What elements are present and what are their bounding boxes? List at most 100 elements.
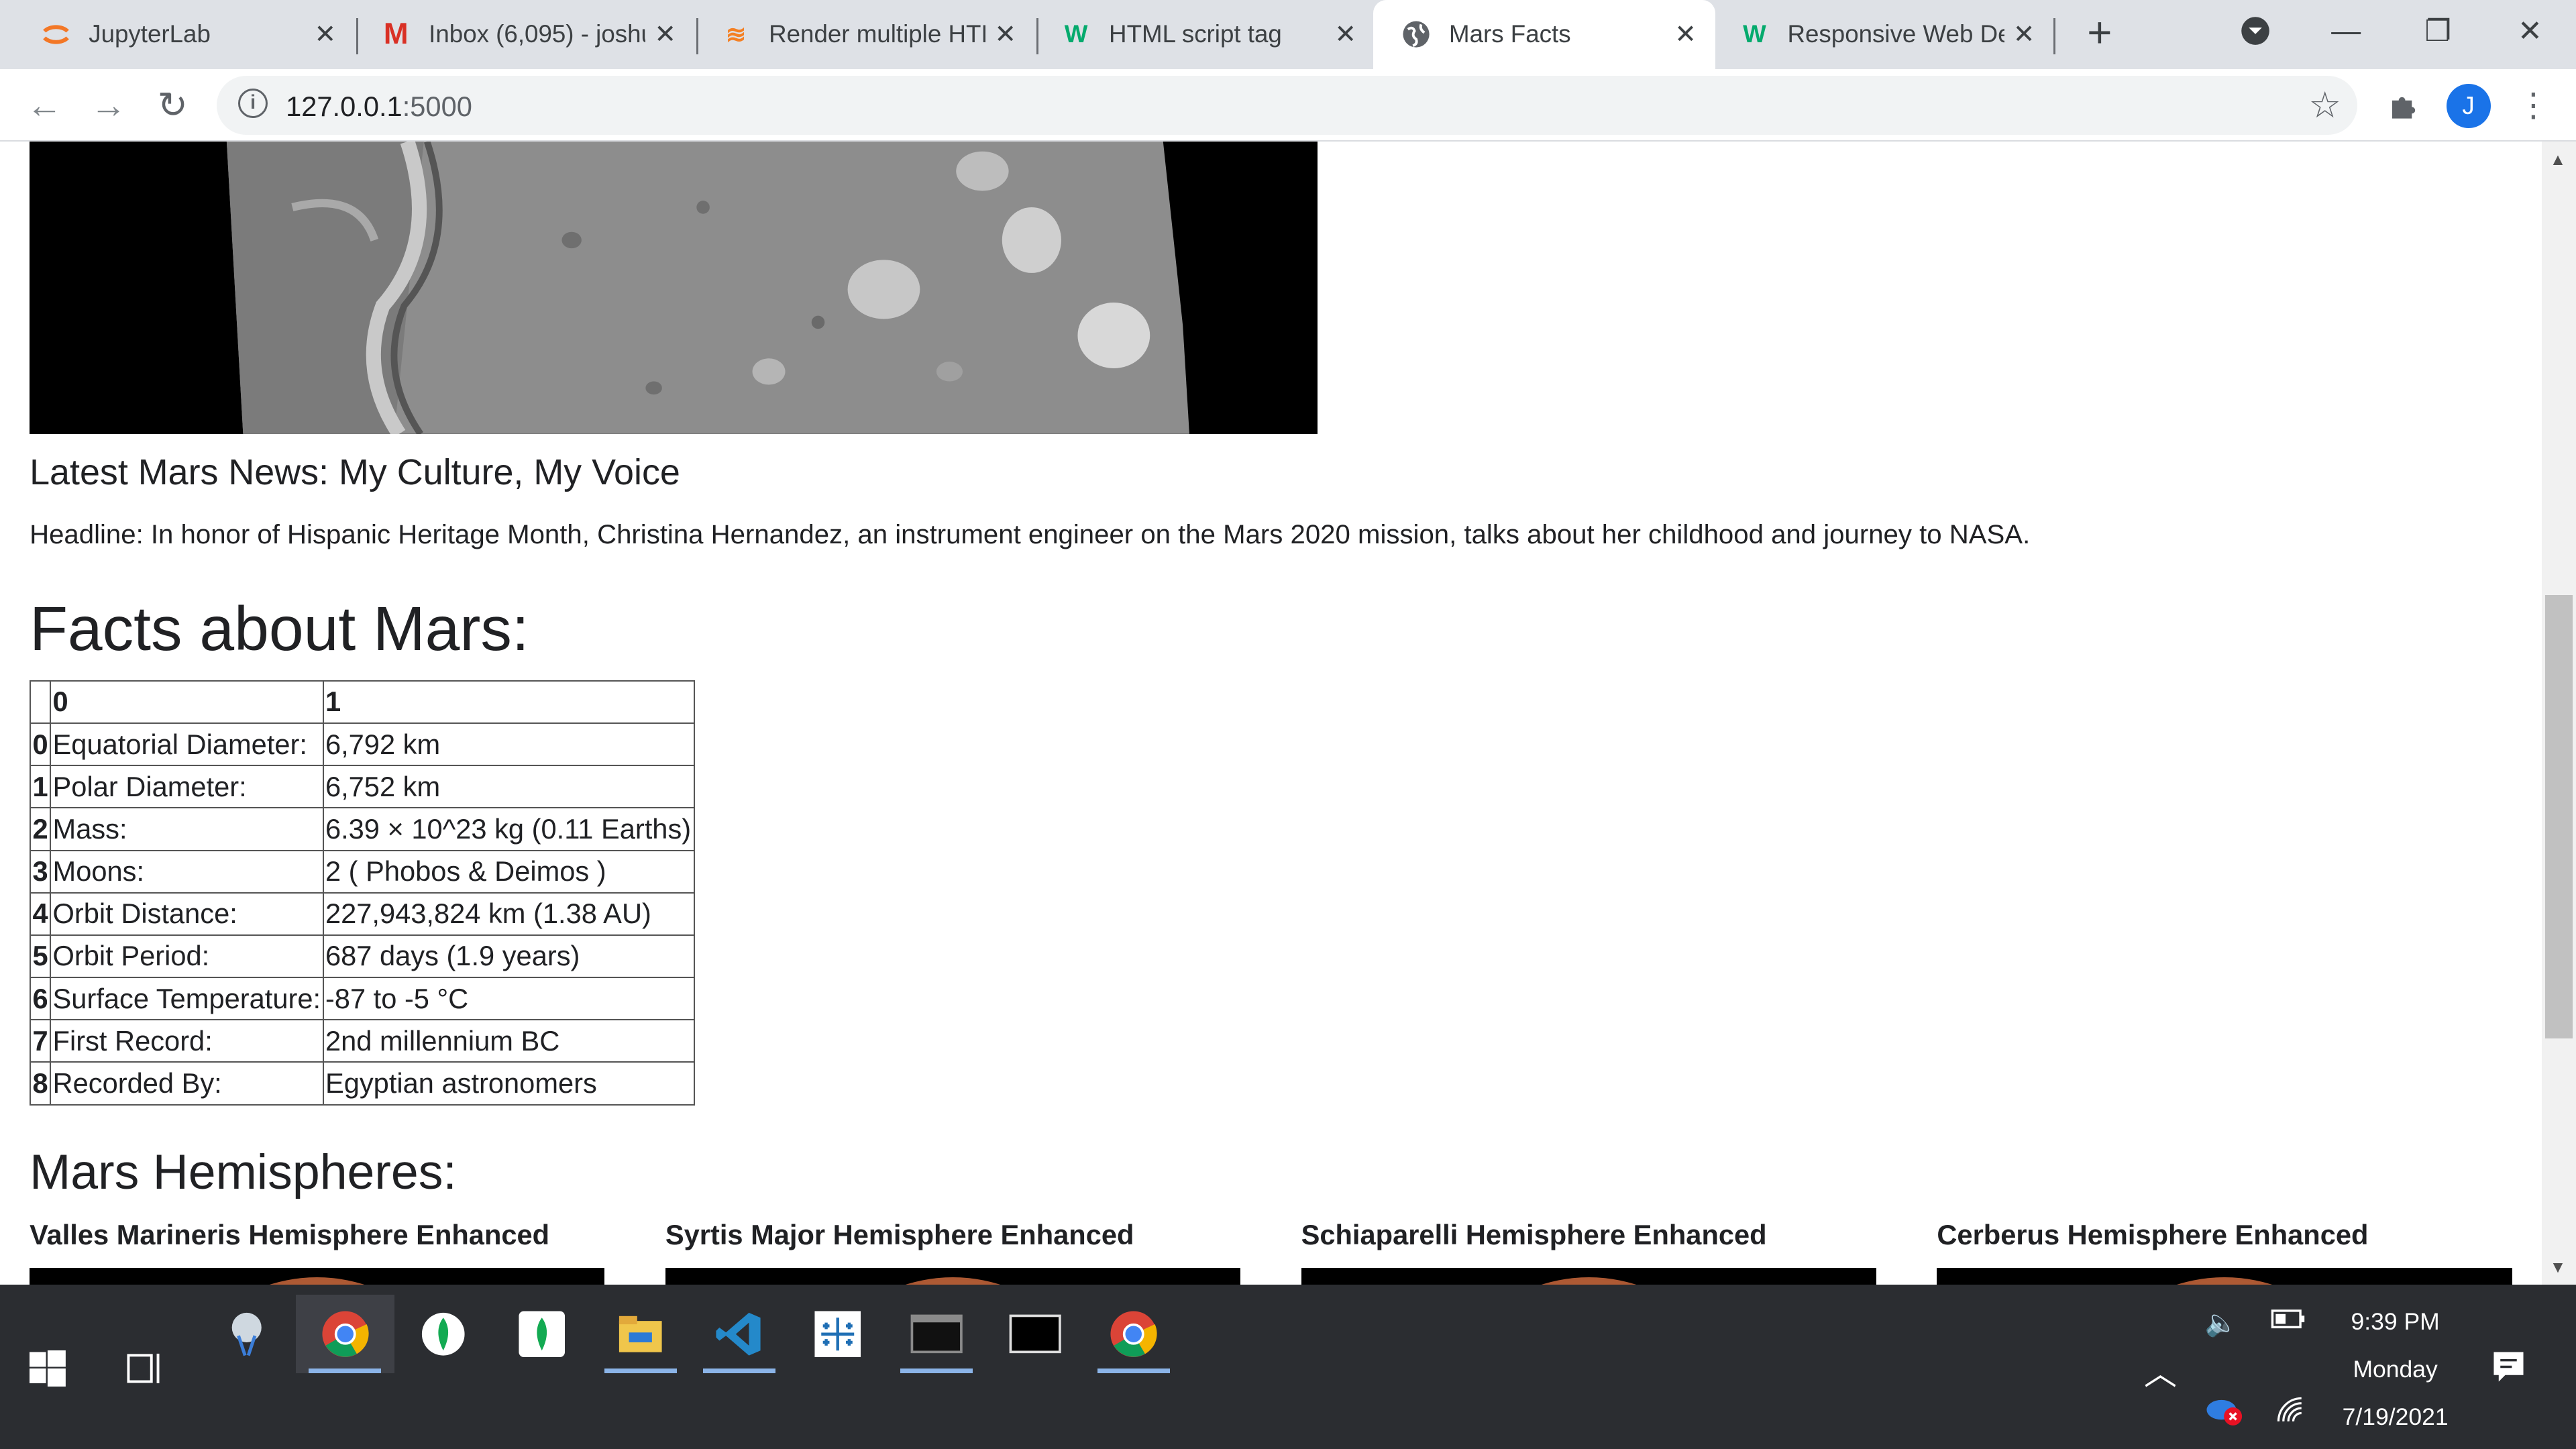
- fact-label: Orbit Distance:: [50, 892, 324, 936]
- fact-value: Egyptian astronomers: [322, 1061, 695, 1106]
- star-bookmark-icon[interactable]: ☆: [2309, 84, 2341, 126]
- tab-w3schools-responsive[interactable]: W Responsive Web De ✕: [1699, 0, 2053, 69]
- url-text: 127.0.0.1:5000: [286, 91, 472, 123]
- taskbar-app-chrome-active[interactable]: [295, 1294, 394, 1374]
- close-tab-icon[interactable]: ✕: [1326, 19, 1365, 50]
- tab-search-button[interactable]: [2210, 0, 2302, 62]
- profile-avatar[interactable]: J: [2446, 83, 2491, 128]
- fact-value: 6,792 km: [322, 722, 695, 767]
- command-prompt-icon: [910, 1314, 963, 1354]
- tab-mars-facts[interactable]: Mars Facts ✕: [1373, 0, 1715, 69]
- more-menu-icon[interactable]: ⋮: [2512, 84, 2555, 127]
- tab-strip: JupyterLab ✕ M Inbox (6,095) - joshu ✕ ≋…: [0, 0, 2576, 69]
- tab-w3schools-script[interactable]: W HTML script tag ✕: [1020, 0, 1375, 69]
- address-bar[interactable]: i 127.0.0.1:5000 ☆: [217, 75, 2358, 135]
- close-tab-icon[interactable]: ✕: [306, 19, 345, 50]
- taskbar-app-mongo[interactable]: [394, 1295, 493, 1374]
- row-index: 0: [30, 722, 52, 767]
- extensions-puzzle-icon[interactable]: [2382, 84, 2425, 127]
- hemisphere-image: [665, 1267, 1240, 1285]
- forward-arrow-icon[interactable]: →: [87, 84, 130, 127]
- tab-title: JupyterLab: [89, 20, 211, 48]
- hemisphere-title: Cerberus Hemisphere Enhanced: [1937, 1219, 2369, 1251]
- clock-time: 9:39 PM: [2351, 1307, 2440, 1335]
- scroll-down-icon[interactable]: ▼: [2550, 1258, 2566, 1277]
- w3schools-icon: W: [1743, 20, 1766, 48]
- table-header-cell: 0: [50, 680, 324, 724]
- taskbar-app-mongo-compass[interactable]: [493, 1295, 592, 1374]
- row-index: 6: [30, 977, 52, 1021]
- onedrive-error-icon[interactable]: [2205, 1397, 2245, 1433]
- fact-value: 687 days (1.9 years): [322, 934, 695, 979]
- close-tab-icon[interactable]: ✕: [2004, 19, 2044, 50]
- table-row: 4 Orbit Distance: 227,943,824 km (1.38 AU): [30, 892, 695, 936]
- close-tab-icon[interactable]: ✕: [645, 19, 685, 50]
- fact-label: Surface Temperature:: [50, 977, 324, 1021]
- gmail-icon: M: [383, 17, 409, 51]
- fact-label: First Record:: [50, 1019, 324, 1063]
- hemisphere-title: Valles Marineris Hemisphere Enhanced: [30, 1219, 550, 1251]
- chrome-icon: [1110, 1311, 1157, 1357]
- taskbar-app-terminal[interactable]: [985, 1295, 1084, 1374]
- tab-title: Render multiple HTI: [769, 20, 986, 48]
- tab-gmail[interactable]: M Inbox (6,095) - joshu ✕: [340, 0, 695, 69]
- snipping-tool-icon: [231, 1312, 262, 1356]
- fact-label: Moons:: [50, 849, 324, 894]
- chevron-down-icon: [2241, 17, 2270, 46]
- table-row: 1 Polar Diameter: 6,752 km: [30, 765, 695, 809]
- new-tab-button[interactable]: +: [2077, 9, 2123, 56]
- taskbar-clock[interactable]: 9:39 PM Monday 7/19/2021: [2300, 1298, 2491, 1441]
- fact-value: 2 ( Phobos & Deimos ): [322, 849, 695, 894]
- hemisphere-image: [1937, 1267, 2512, 1285]
- mongodb-compass-icon: [519, 1311, 566, 1357]
- tab-jupyterlab[interactable]: JupyterLab ✕: [0, 0, 355, 69]
- row-index: 3: [30, 849, 52, 894]
- back-arrow-icon[interactable]: ←: [23, 84, 66, 127]
- close-tab-icon[interactable]: ✕: [985, 19, 1025, 50]
- hemispheres-heading: Mars Hemispheres:: [30, 1144, 457, 1200]
- task-view-icon[interactable]: [127, 1350, 163, 1393]
- row-index: 7: [30, 1019, 52, 1063]
- hemisphere-image: [1301, 1267, 1876, 1285]
- taskbar-app-tableau[interactable]: [789, 1295, 888, 1374]
- tab-stackoverflow[interactable]: ≋ Render multiple HTI ✕: [680, 0, 1035, 69]
- taskbar-app-explorer[interactable]: [592, 1295, 690, 1374]
- table-row: 5 Orbit Period: 687 days (1.9 years): [30, 934, 695, 979]
- table-row: 3 Moons: 2 ( Phobos & Deimos ): [30, 849, 695, 894]
- news-title: Latest Mars News: My Culture, My Voice: [30, 452, 680, 493]
- scrollbar-thumb[interactable]: [2544, 594, 2573, 1038]
- minimize-button[interactable]: —: [2300, 0, 2392, 62]
- hemisphere-title: Schiaparelli Hemisphere Enhanced: [1301, 1219, 1767, 1251]
- info-icon[interactable]: i: [238, 89, 268, 119]
- row-index: 5: [30, 934, 52, 979]
- tableau-icon: [814, 1311, 861, 1357]
- hemisphere-image: [30, 1267, 605, 1285]
- taskbar-app-chrome-2[interactable]: [1084, 1295, 1183, 1374]
- mars-featured-image: [30, 141, 1318, 434]
- notification-center-icon[interactable]: [2492, 1350, 2525, 1390]
- fact-value: 2nd millennium BC: [322, 1019, 695, 1063]
- terminal-icon: [1009, 1314, 1061, 1354]
- table-row: 0 Equatorial Diameter: 6,792 km: [30, 722, 695, 767]
- clock-date: 7/19/2021: [2342, 1403, 2449, 1430]
- taskbar-app-snip[interactable]: [197, 1295, 296, 1374]
- fact-value: 6.39 × 10^23 kg (0.11 Earths): [322, 807, 695, 851]
- chrome-icon: [321, 1311, 369, 1357]
- taskbar-app-vscode[interactable]: [690, 1295, 789, 1374]
- url-host: 127.0.0.1: [286, 90, 402, 122]
- hemisphere-card: Syrtis Major Hemisphere Enhanced: [665, 1219, 1240, 1285]
- restore-button[interactable]: ❐: [2392, 0, 2484, 62]
- windows-start-icon[interactable]: [30, 1350, 66, 1393]
- table-row: 7 First Record: 2nd millennium BC: [30, 1019, 695, 1063]
- tab-title: HTML script tag: [1109, 20, 1282, 48]
- reload-icon[interactable]: ↻: [151, 84, 194, 127]
- facts-heading: Facts about Mars:: [30, 594, 529, 664]
- volume-icon[interactable]: 🔈: [2205, 1307, 2238, 1338]
- scroll-up-icon[interactable]: ▲: [2550, 151, 2566, 170]
- close-window-button[interactable]: ✕: [2484, 0, 2576, 62]
- taskbar-app-cmd[interactable]: [887, 1295, 985, 1374]
- vscode-icon: [716, 1312, 761, 1356]
- windows-taskbar: ︿ 🔈 9:39 PM Monday 7/19/2021: [0, 1285, 2576, 1449]
- table-row: 6 Surface Temperature: -87 to -5 °C: [30, 977, 695, 1021]
- show-hidden-icons-chevron-icon[interactable]: ︿: [2144, 1347, 2177, 1395]
